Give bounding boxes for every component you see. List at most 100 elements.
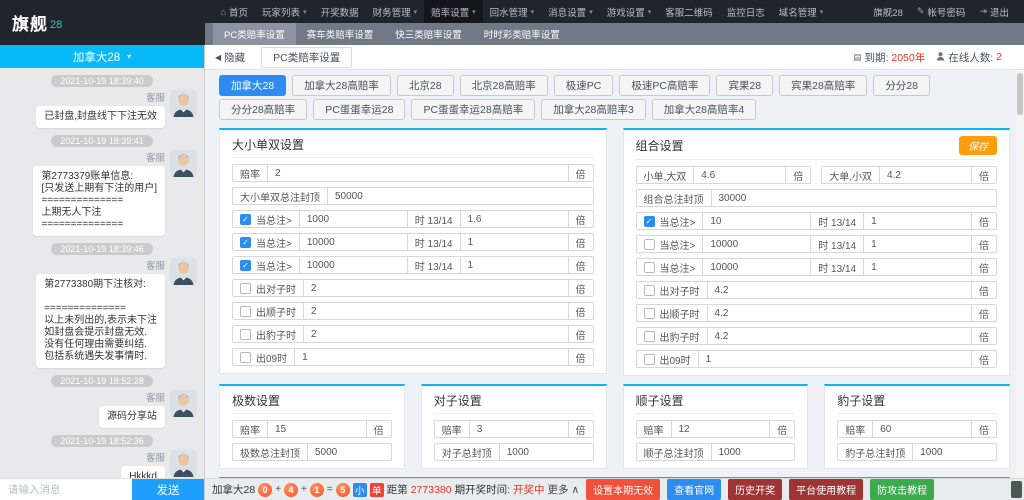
checkbox[interactable] <box>643 284 655 296</box>
submenu-item[interactable]: 时时彩类赔率设置 <box>473 23 571 45</box>
field-input[interactable]: 1 <box>295 349 567 365</box>
field-input[interactable]: 5000 <box>308 444 391 460</box>
field-input[interactable]: 4.2 <box>708 282 972 298</box>
field-label-text: 出豹子时 <box>659 332 700 344</box>
game-tab[interactable]: 分分28高赔率 <box>219 99 308 120</box>
nav-user-item[interactable]: ⇥ 退出 <box>972 0 1016 23</box>
checkbox[interactable] <box>240 305 251 317</box>
field-input[interactable]: 60 <box>873 421 971 437</box>
panel-顺子设置: 顺子设置 赔率 12 倍顺子总注封顶 1000 <box>622 384 809 469</box>
game-tab[interactable]: 北京28 <box>396 75 454 96</box>
field-input[interactable]: 1 <box>864 259 971 275</box>
game-tab[interactable]: 加拿大28 <box>219 75 287 96</box>
field-input[interactable]: 2 <box>304 280 568 296</box>
field-input[interactable]: 2 <box>304 303 568 319</box>
submenu-item[interactable]: 赛车类赔率设置 <box>296 23 385 45</box>
chat-room-selector[interactable]: 加拿大28 ▾ <box>0 45 204 68</box>
hide-sidebar-button[interactable]: ◀ 隐藏 <box>215 50 245 65</box>
nav-user-item[interactable]: ✎ 帐号密码 <box>910 0 973 23</box>
game-tab[interactable]: 加拿大28高赔率4 <box>651 99 757 120</box>
game-tab[interactable]: 加拿大28高赔率3 <box>541 99 646 120</box>
chat-message-input[interactable] <box>0 479 132 500</box>
checkbox[interactable] <box>643 238 655 250</box>
nav-item[interactable]: 玩家列表 ▾ <box>255 0 314 23</box>
game-tab[interactable]: 宾果28 <box>716 75 774 96</box>
field-input[interactable]: 1 <box>461 234 568 250</box>
field-input[interactable]: 4.2 <box>708 328 972 344</box>
game-tab[interactable]: 极速PC <box>553 75 614 96</box>
field-input[interactable]: 10000 <box>300 257 407 273</box>
field-input[interactable]: 1 <box>864 236 971 252</box>
statusbar-button[interactable]: 历史开奖 <box>728 479 783 500</box>
field-input[interactable]: 1 <box>461 257 568 273</box>
more-toggle[interactable]: 更多 ∧ <box>548 482 580 497</box>
send-button[interactable]: 发送 <box>132 479 204 500</box>
nav-item[interactable]: 开奖数据 <box>314 0 366 23</box>
checkbox[interactable]: ✓ <box>240 259 251 271</box>
checkbox[interactable] <box>643 353 655 365</box>
checkbox[interactable] <box>240 328 251 340</box>
field-input[interactable]: 2 <box>268 165 568 181</box>
nav-item[interactable]: 游戏设置 ▾ <box>600 0 659 23</box>
game-tab[interactable]: 分分28 <box>873 75 930 96</box>
field-input[interactable]: 1 <box>699 351 971 367</box>
checkbox[interactable] <box>643 261 655 273</box>
checkbox[interactable] <box>643 307 655 319</box>
open-page-tab[interactable]: PC类赔率设置 <box>261 46 353 68</box>
field-input[interactable]: 4.6 <box>694 167 785 183</box>
submenu-item[interactable]: PC类赔率设置 <box>213 23 296 45</box>
field-input[interactable]: 1 <box>864 213 971 229</box>
statusbar-button[interactable]: 防攻击教程 <box>870 479 935 500</box>
nav-item[interactable]: 回水管理 ▾ <box>483 0 542 23</box>
nav-item[interactable]: 财务管理 ▾ <box>366 0 425 23</box>
submenu-item[interactable]: 快三类赔率设置 <box>384 23 473 45</box>
game-tab[interactable]: 北京28高赔率 <box>459 75 548 96</box>
checkbox[interactable] <box>240 351 251 363</box>
field-input[interactable]: 3 <box>470 421 568 437</box>
statusbar-button[interactable]: 设置本期无效 <box>586 479 661 500</box>
field-input[interactable]: 10000 <box>703 259 810 275</box>
page-toolbar: ◀ 隐藏 PC类赔率设置 ▤ 到期: 2050年 在线人数: 2 <box>205 45 1024 70</box>
field-row: 出09时 1 倍 <box>232 348 594 366</box>
game-tab[interactable]: 极速PC高赔率 <box>619 75 711 96</box>
checkbox[interactable] <box>240 282 251 294</box>
nav-user-item[interactable]: 旗舰28 <box>866 0 910 23</box>
field-input[interactable]: 1000 <box>300 211 407 227</box>
field-input[interactable]: 1000 <box>500 444 593 460</box>
nav-item[interactable]: ⌂ 首页 <box>214 0 255 23</box>
game-tab[interactable]: 加拿大28高赔率 <box>292 75 391 96</box>
game-tab[interactable]: PC蛋蛋幸运28 <box>313 99 406 120</box>
game-tab[interactable]: PC蛋蛋幸运28高赔率 <box>411 99 536 120</box>
scrollbar-thumb[interactable] <box>1017 73 1023 115</box>
game-tab[interactable]: 宾果28高赔率 <box>779 75 868 96</box>
field-input[interactable]: 15 <box>268 421 366 437</box>
nav-item[interactable]: 监控日志 <box>720 0 772 23</box>
field-label-with-checkbox: 出09时 <box>637 351 699 367</box>
field-label-text: 当总注> <box>256 261 292 273</box>
checkbox[interactable]: ✓ <box>643 215 655 227</box>
field-input[interactable]: 4.2 <box>708 305 972 321</box>
field-input[interactable]: 30000 <box>712 190 997 206</box>
statusbar-button[interactable]: 平台使用教程 <box>789 479 864 500</box>
field-mid-label: 时 13/14 <box>406 257 461 273</box>
field-input[interactable]: 10000 <box>300 234 407 250</box>
statusbar-button[interactable]: 查看官网 <box>667 479 722 500</box>
field-input[interactable]: 1000 <box>712 444 795 460</box>
field-input[interactable]: 1000 <box>913 444 996 460</box>
field-input[interactable]: 4.2 <box>880 167 971 183</box>
nav-item[interactable]: 消息设置 ▾ <box>541 0 600 23</box>
nav-item[interactable]: 域名管理 ▾ <box>772 0 831 23</box>
expire-value: 2050年 <box>891 51 926 64</box>
field-input[interactable]: 1.6 <box>461 211 568 227</box>
nav-item[interactable]: 客服二维码 <box>658 0 720 23</box>
field-input[interactable]: 10 <box>703 213 810 229</box>
field-input[interactable]: 12 <box>672 421 770 437</box>
checkbox[interactable] <box>643 330 655 342</box>
checkbox[interactable]: ✓ <box>240 236 251 248</box>
save-button[interactable]: 保存 <box>959 136 997 155</box>
field-input[interactable]: 50000 <box>328 188 593 204</box>
checkbox[interactable]: ✓ <box>240 213 251 225</box>
nav-item[interactable]: 赔率设置 ▾ <box>424 0 483 23</box>
field-input[interactable]: 10000 <box>703 236 810 252</box>
field-input[interactable]: 2 <box>304 326 568 342</box>
